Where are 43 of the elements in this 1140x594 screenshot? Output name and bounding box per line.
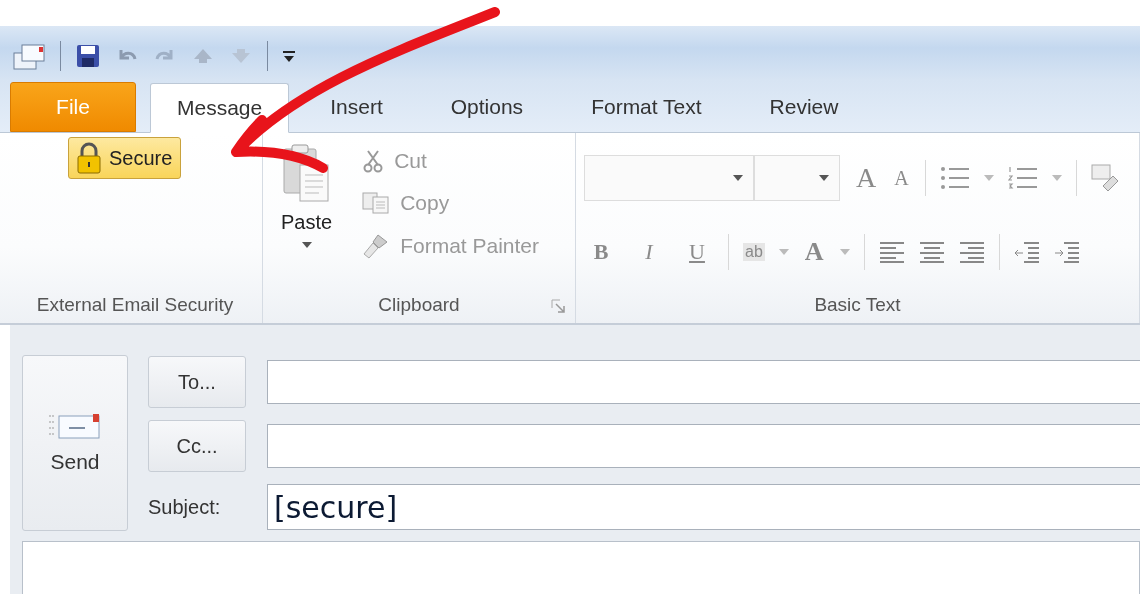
cc-button[interactable]: Cc... [148,420,246,472]
bullet-list-icon[interactable] [939,166,970,190]
cc-field[interactable] [267,424,1140,468]
padlock-icon [75,141,103,175]
to-button[interactable]: To... [148,356,246,408]
numbered-list-icon[interactable] [1007,166,1038,190]
dropdown-caret-icon [819,175,829,181]
customize-menu-icon[interactable] [282,49,296,63]
align-center-icon[interactable] [918,241,945,263]
scissors-icon [362,149,385,173]
align-right-icon[interactable] [958,241,985,263]
dialog-launcher-icon[interactable] [551,299,565,313]
dropdown-caret-icon[interactable] [778,249,789,255]
decrease-indent-icon[interactable] [1013,241,1040,263]
dropdown-caret-icon [733,175,743,181]
dropdown-caret-icon [301,242,312,248]
secure-button[interactable]: Secure [68,137,182,179]
styles-eraser-icon[interactable] [1090,164,1119,192]
copy-icon [362,192,391,214]
save-icon[interactable] [75,43,101,69]
clipboard-icon [281,143,332,203]
to-field[interactable] [267,360,1140,404]
ribbon-tab[interactable]: Insert [303,82,410,132]
ribbon-tab[interactable]: Options [423,82,551,132]
send-button[interactable]: Send [22,355,128,531]
dropdown-caret-icon[interactable] [839,249,850,255]
increase-indent-icon[interactable] [1053,241,1080,263]
group-label: External Email Security [36,293,234,317]
ribbon-tab[interactable]: Format Text [564,82,729,132]
group-label: Clipboard [378,293,460,317]
dropdown-caret-icon[interactable] [1051,175,1062,181]
ribbon-tab[interactable]: Review [742,82,866,132]
subject-label: Subject: [148,495,222,519]
dropdown-caret-icon[interactable] [983,175,994,181]
envelope-icon [47,412,103,442]
group-label: Basic Text [814,293,901,317]
font-name-dropdown[interactable] [584,155,754,201]
font-size-dropdown[interactable] [754,155,840,201]
ribbon-tab[interactable]: Message [150,83,290,133]
align-left-icon[interactable] [878,241,905,263]
envelope-icon[interactable] [12,41,46,71]
subject-field[interactable]: [secure] [267,484,1140,530]
paste-button[interactable]: Paste [281,143,333,287]
